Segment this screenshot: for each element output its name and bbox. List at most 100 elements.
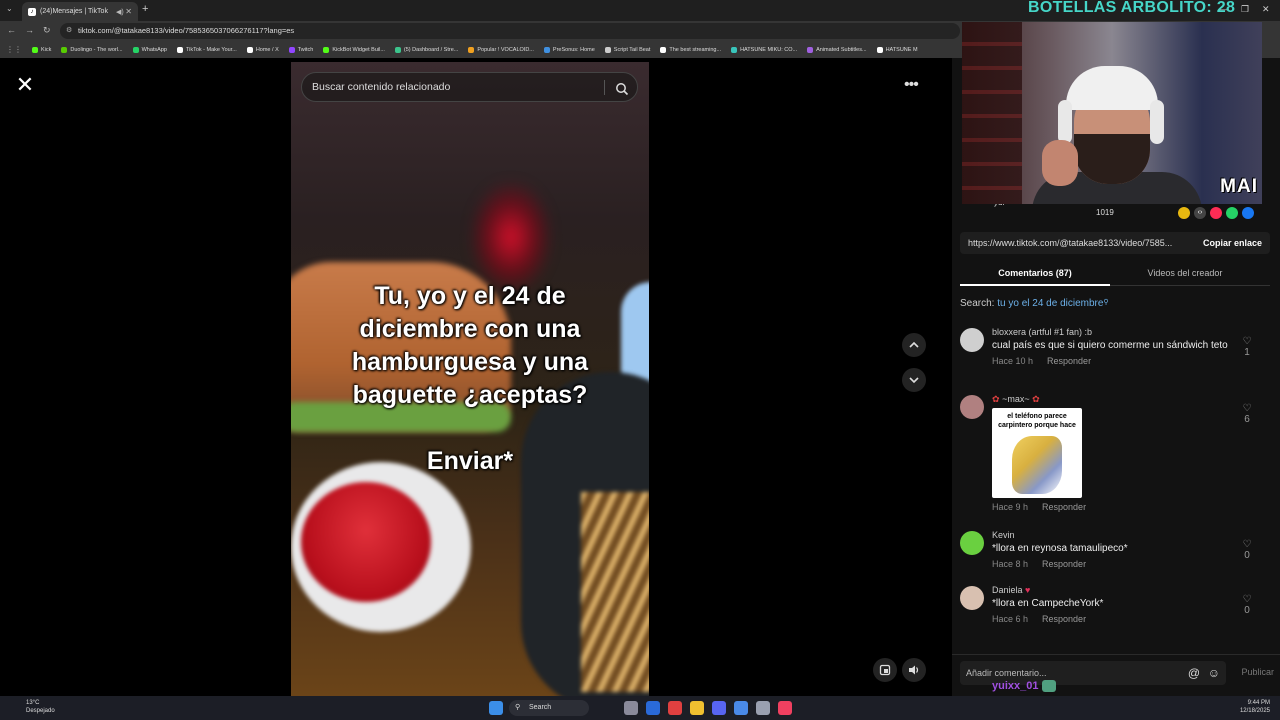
share-link-box[interactable]: https://www.tiktok.com/@tatakae8133/vide… <box>960 232 1270 254</box>
publish-button[interactable]: Publicar <box>1241 667 1274 677</box>
like-count: 0 <box>1244 605 1250 616</box>
embed-icon[interactable]: ‹› <box>1194 207 1206 219</box>
bookmark-label: Duolingo - The worl... <box>70 46 123 53</box>
taskbar-search[interactable]: ⚲ Search <box>509 700 589 716</box>
search-icon: ⚲ <box>515 704 521 711</box>
bookmark-item[interactable]: Kick <box>32 46 51 53</box>
forward-button[interactable]: → <box>25 25 34 35</box>
search-placeholder: Buscar contenido relacionado <box>312 81 451 93</box>
video-player[interactable]: Tu, yo y el 24 de diciembre con una hamb… <box>291 62 649 696</box>
whatsapp-icon[interactable] <box>1226 207 1238 219</box>
task-view-icon[interactable] <box>624 701 638 715</box>
tab-close-icon[interactable]: ✕ <box>125 7 132 16</box>
chrome-active-icon[interactable] <box>734 701 748 715</box>
tab-creator-videos[interactable]: Videos del creador <box>1110 262 1260 284</box>
window-close-icon[interactable]: ✕ <box>1262 4 1270 15</box>
bookmark-item[interactable]: WhatsApp <box>132 46 167 53</box>
related-query[interactable]: tu yo el 24 de diciembre <box>997 298 1103 309</box>
like-button[interactable]: ♡ 6 <box>1240 403 1254 425</box>
more-options-icon[interactable]: ••• <box>904 76 919 94</box>
tab-search-chevron-icon[interactable]: ⌄ <box>6 4 13 13</box>
apps-grid-icon[interactable]: ⋮⋮ <box>6 45 22 54</box>
bookmark-item[interactable]: Home / X <box>246 46 279 53</box>
tiktok-icon: ♪ <box>28 7 36 16</box>
next-video-button[interactable] <box>902 368 926 392</box>
floating-player-button[interactable] <box>873 658 897 682</box>
previous-video-button[interactable] <box>902 333 926 357</box>
windows-start-icon[interactable] <box>489 701 503 715</box>
speaker-icon[interactable]: ◀) <box>116 8 124 16</box>
reply-button[interactable]: Responder <box>1047 356 1091 366</box>
site-info-icon[interactable]: ⚙ <box>66 23 72 39</box>
bookmark-label: (5) Dashboard / Stre... <box>403 46 459 53</box>
restore-icon[interactable]: ❐ <box>1241 4 1249 15</box>
close-video-button[interactable]: ✕ <box>13 74 37 98</box>
browser-tab-active[interactable]: ♪ (24)Mensajes | TikTok ◀) ✕ <box>22 2 138 21</box>
heart-emoji-icon: ♥ <box>1025 585 1031 595</box>
bookmark-item[interactable]: Twitch <box>288 46 313 53</box>
like-button[interactable]: ♡ 1 <box>1240 336 1254 358</box>
settings-icon[interactable] <box>756 701 770 715</box>
avatar[interactable] <box>960 328 984 352</box>
like-button[interactable]: ♡ 0 <box>1240 594 1254 616</box>
bookmark-label: PreSonus: Home <box>552 46 595 53</box>
discord-icon[interactable] <box>712 701 726 715</box>
reload-button[interactable]: ↻ <box>43 25 51 36</box>
avatar[interactable] <box>960 531 984 555</box>
reply-button[interactable]: Responder <box>1042 502 1086 512</box>
share-link-url: https://www.tiktok.com/@tatakae8133/vide… <box>968 238 1173 248</box>
weather-widget[interactable]: 13°C Despejado <box>10 699 55 715</box>
search-icon[interactable] <box>615 79 629 107</box>
tab-comments[interactable]: Comentarios (87) <box>960 262 1110 286</box>
file-explorer-icon[interactable] <box>690 701 704 715</box>
address-bar[interactable]: ⚙ tiktok.com/@tatakae8133/video/75853650… <box>60 23 960 39</box>
caption-line: diciembre con una <box>359 315 581 343</box>
comment-user[interactable]: bloxxera (artful #1 fan) :b <box>992 326 1232 338</box>
related-search-input[interactable]: Buscar contenido relacionado <box>301 72 638 102</box>
comment-user[interactable]: ✿ ~max~ ✿ <box>992 393 1232 405</box>
comment-time: Hace 8 h <box>992 559 1029 569</box>
taskbar-clock[interactable]: 9:44 PM 12/18/2025 <box>1240 699 1270 715</box>
related-search[interactable]: Search: tu yo el 24 de diciembre⚲ <box>960 298 1109 309</box>
chrome-icon[interactable] <box>668 701 682 715</box>
video-red-light <box>471 182 551 292</box>
coin-share-icon[interactable] <box>1178 207 1190 219</box>
mention-icon[interactable]: @ <box>1188 661 1200 685</box>
avatar[interactable] <box>960 586 984 610</box>
comment-user[interactable]: Kevin <box>992 529 1232 541</box>
facebook-icon[interactable] <box>1242 207 1254 219</box>
bookmark-item[interactable]: Script Tail Beat <box>604 46 650 53</box>
comment-text: *llora en reynosa tamaulipeco* <box>992 543 1128 554</box>
caption-line: hamburguesa y una <box>351 348 589 376</box>
emoji-icon[interactable]: ☺ <box>1208 661 1220 685</box>
bookmark-item[interactable]: HATSUNE M <box>876 46 918 53</box>
back-button[interactable]: ← <box>7 25 16 35</box>
bookmark-item[interactable]: Animated Subtitles... <box>807 46 867 53</box>
comment-user[interactable]: Daniela ♥ <box>992 584 1232 596</box>
bookmark-item[interactable]: KickBot Widget Buil... <box>323 46 385 53</box>
comment-sticker[interactable]: el teléfono parece carpintero porque hac… <box>992 408 1082 498</box>
webcam-shelves <box>962 22 1022 204</box>
bookmark-item[interactable]: The best streaming... <box>660 46 721 53</box>
bookmark-item[interactable]: (5) Dashboard / Stre... <box>394 46 459 53</box>
like-button[interactable]: ♡ 0 <box>1240 539 1254 561</box>
heart-icon: ♡ <box>1242 336 1252 347</box>
bookmark-item[interactable]: Popular ! VOCALOID... <box>468 46 534 53</box>
bookmark-item[interactable]: HATSUNE MIKU: CO... <box>731 46 797 53</box>
copy-link-button[interactable]: Copiar enlace <box>1203 232 1262 254</box>
reply-button[interactable]: Responder <box>1042 559 1086 569</box>
music-app-icon[interactable] <box>778 701 792 715</box>
new-tab-button[interactable]: + <box>142 3 148 15</box>
bookmark-item[interactable]: Duolingo - The worl... <box>61 46 123 53</box>
bookmark-item[interactable]: TikTok - Make Your... <box>176 46 237 53</box>
edge-icon[interactable] <box>646 701 660 715</box>
bookmark-item[interactable]: PreSonus: Home <box>543 46 595 53</box>
avatar[interactable] <box>960 395 984 419</box>
picture-in-picture-icon <box>879 664 891 676</box>
bookmark-favicon-icon <box>288 46 295 53</box>
like-count: 6 <box>1244 414 1250 425</box>
panel-tabs: Comentarios (87) Videos del creador <box>960 262 1270 286</box>
reply-button[interactable]: Responder <box>1042 614 1086 624</box>
volume-button[interactable] <box>902 658 926 682</box>
send-share-icon[interactable] <box>1210 207 1222 219</box>
